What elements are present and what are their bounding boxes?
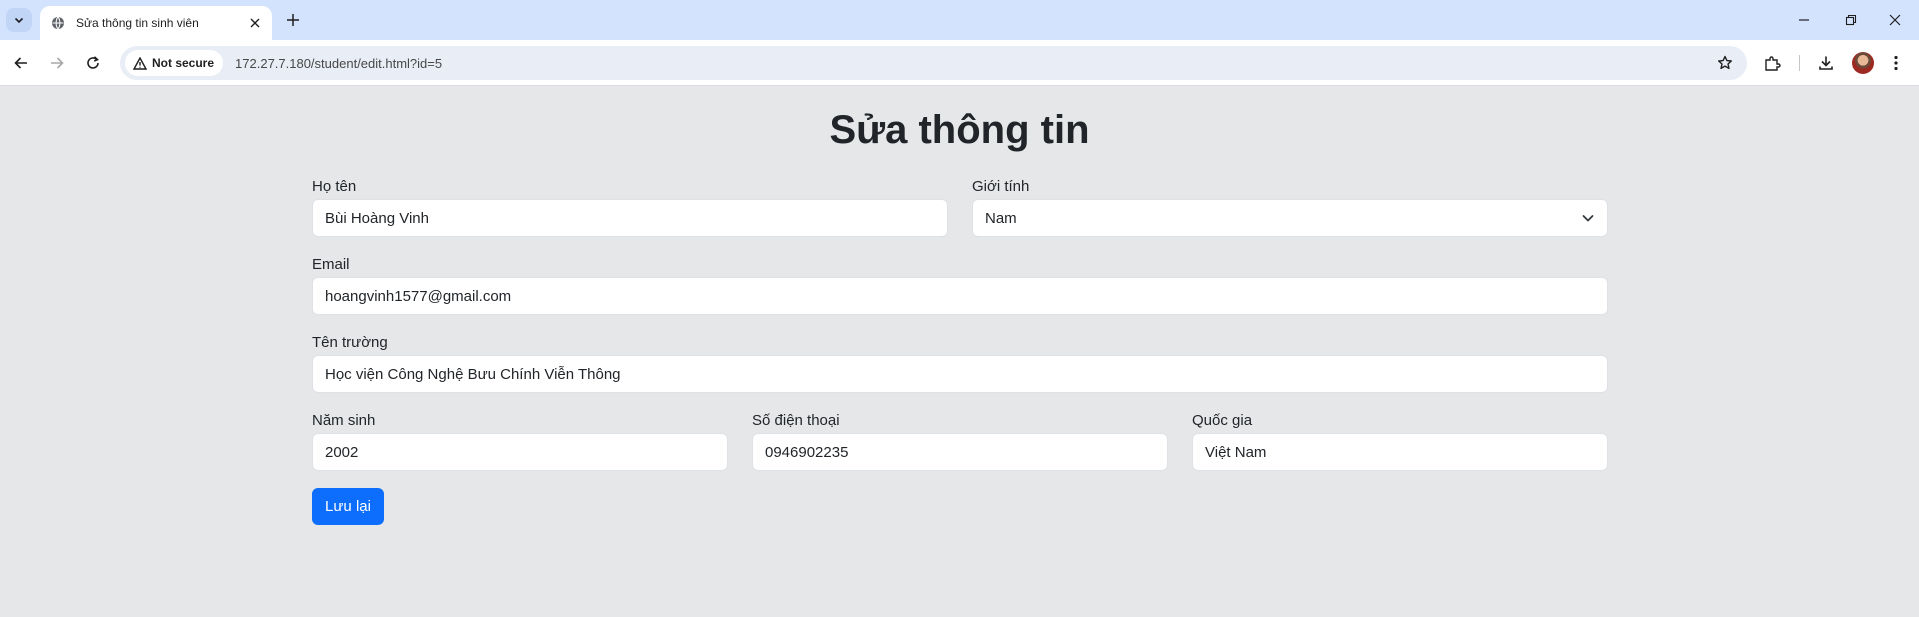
- country-field[interactable]: Việt Nam: [1192, 433, 1608, 471]
- birth-year-field[interactable]: 2002: [312, 433, 728, 471]
- name-label: Họ tên: [312, 178, 357, 195]
- address-bar[interactable]: Not secure 172.27.7.180/student/edit.htm…: [120, 46, 1747, 80]
- extensions-button[interactable]: [1760, 51, 1784, 75]
- download-icon: [1819, 56, 1833, 70]
- gender-label: Giới tính: [972, 178, 1030, 195]
- email-label: Email: [312, 256, 350, 273]
- restore-icon: [1845, 14, 1857, 26]
- close-icon: [1889, 14, 1901, 26]
- close-icon: [250, 18, 260, 28]
- url-text: 172.27.7.180/student/edit.html?id=5: [235, 55, 443, 71]
- email-field[interactable]: hoangvinh1577@gmail.com: [312, 277, 1608, 315]
- forward-button[interactable]: [45, 51, 69, 75]
- back-icon: [14, 57, 27, 69]
- star-icon: [1718, 55, 1732, 70]
- security-label: Not secure: [152, 56, 215, 70]
- chevron-down-icon: [1582, 215, 1594, 222]
- extensions-icon: [1764, 55, 1781, 71]
- name-field[interactable]: Bùi Hoàng Vinh: [312, 199, 948, 237]
- toolbar-divider: [1799, 55, 1800, 71]
- forward-icon: [51, 57, 64, 69]
- gender-select[interactable]: Nam: [972, 199, 1608, 237]
- bookmark-button[interactable]: [1713, 51, 1737, 75]
- phone-value: 0946902235: [765, 443, 849, 461]
- name-value: Bùi Hoàng Vinh: [325, 209, 429, 227]
- menu-icon: [1894, 55, 1898, 71]
- security-chip[interactable]: Not secure: [125, 50, 224, 76]
- back-button[interactable]: [9, 51, 33, 75]
- download-button[interactable]: [1814, 51, 1838, 75]
- country-label: Quốc gia: [1192, 412, 1253, 429]
- school-value: Học viện Công Nghệ Bưu Chính Viễn Thông: [325, 365, 621, 383]
- warning-icon: [133, 56, 147, 70]
- window-close-button[interactable]: [1882, 8, 1908, 32]
- phone-label: Số điện thoại: [752, 412, 840, 429]
- close-tab-button[interactable]: [246, 14, 264, 32]
- plus-icon: [287, 14, 299, 26]
- menu-button[interactable]: [1884, 51, 1908, 75]
- save-button[interactable]: Lưu lại: [312, 488, 384, 525]
- school-field[interactable]: Học viện Công Nghệ Bưu Chính Viễn Thông: [312, 355, 1608, 393]
- phone-field[interactable]: 0946902235: [752, 433, 1168, 471]
- minimize-button[interactable]: [1791, 8, 1817, 32]
- reload-icon: [87, 56, 99, 69]
- tab-strip: Sửa thông tin sinh viên: [0, 0, 1919, 40]
- browser-toolbar: Not secure 172.27.7.180/student/edit.htm…: [0, 40, 1919, 86]
- minimize-icon: [1799, 19, 1809, 21]
- browser-tab[interactable]: Sửa thông tin sinh viên: [40, 6, 272, 40]
- gender-value: Nam: [985, 209, 1017, 227]
- birth-year-value: 2002: [325, 443, 359, 461]
- globe-icon: [50, 15, 66, 31]
- country-value: Việt Nam: [1205, 443, 1267, 461]
- tab-search-icon: [14, 17, 24, 24]
- restore-button[interactable]: [1838, 8, 1864, 32]
- reload-button[interactable]: [81, 51, 105, 75]
- new-tab-button[interactable]: [282, 9, 304, 31]
- avatar[interactable]: [1852, 52, 1874, 74]
- school-label: Tên trường: [312, 334, 388, 351]
- page-title: Sửa thông tin: [829, 108, 1090, 152]
- email-value: hoangvinh1577@gmail.com: [325, 287, 512, 305]
- tab-title: Sửa thông tin sinh viên: [76, 16, 199, 30]
- tab-search-button[interactable]: [6, 8, 32, 32]
- birth-year-label: Năm sinh: [312, 412, 376, 429]
